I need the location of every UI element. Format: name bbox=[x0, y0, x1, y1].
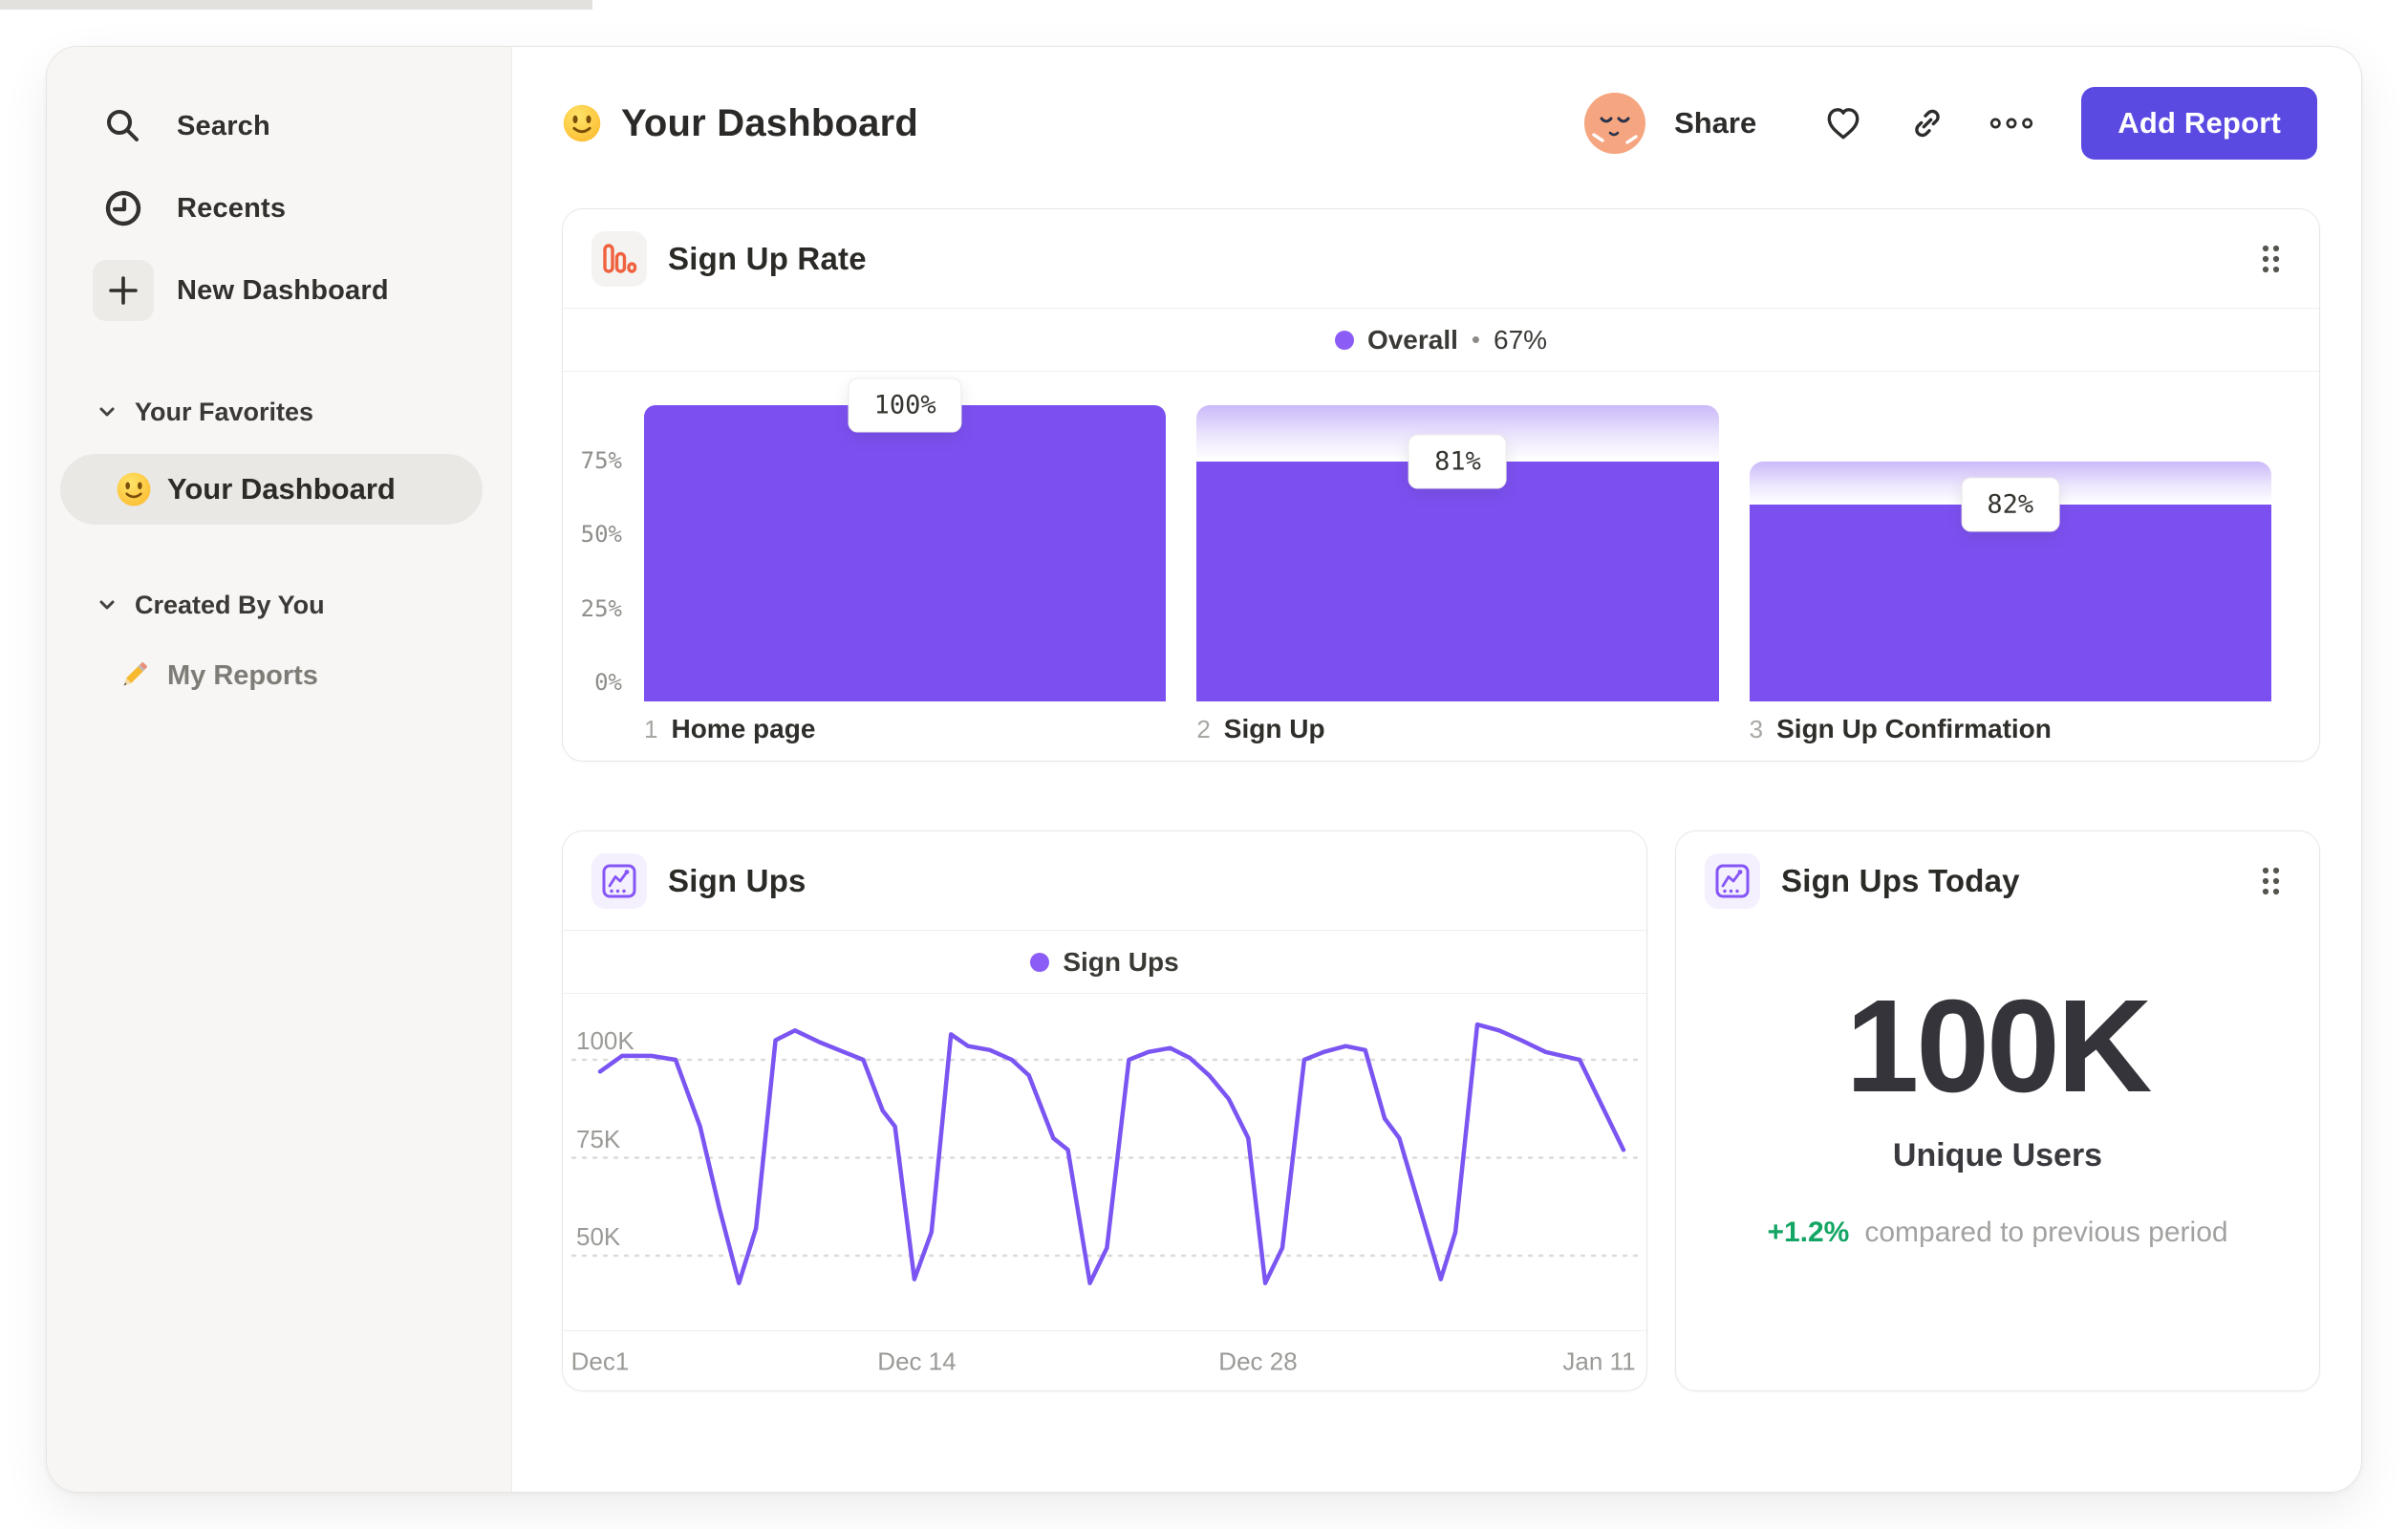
sign-ups-line[interactable] bbox=[597, 1022, 1626, 1285]
funnel-bar-1[interactable]: 100% bbox=[644, 377, 1167, 701]
card-title: Sign Up Rate bbox=[668, 240, 867, 276]
funnel-bar-fill bbox=[644, 405, 1167, 701]
legend-label: Overall bbox=[1366, 324, 1458, 355]
line-chart-plot: 100K 75K 50K bbox=[563, 994, 1646, 1330]
legend-label: Sign Ups bbox=[1063, 946, 1179, 977]
clock-icon bbox=[93, 178, 154, 239]
favorite-heart-icon[interactable] bbox=[1821, 101, 1865, 145]
metric-delta-note: compared to previous period bbox=[1864, 1217, 2228, 1248]
plus-icon bbox=[93, 260, 154, 321]
funnel-chart: 75% 50% 25% 0% 100% 81% 82% 1 Home page 2 Sign Up 3… bbox=[563, 372, 2319, 762]
funnel-bar-2[interactable]: 81% bbox=[1196, 405, 1719, 701]
sign-ups-line-svg bbox=[570, 1022, 1641, 1285]
funnel-y-tick: 75% bbox=[580, 446, 622, 474]
sidebar-item-label: New Dashboard bbox=[177, 274, 389, 306]
metric-value: 100K bbox=[1845, 973, 2153, 1120]
funnel-y-tick: 50% bbox=[580, 521, 622, 548]
sign-up-rate-card: Sign Up Rate Overall • 67% 75% 50% 25% 0% 10… bbox=[562, 208, 2320, 762]
funnel-step-label: 2 Sign Up bbox=[1196, 714, 1325, 743]
sidebar-item-label: My Reports bbox=[167, 659, 318, 691]
funnel-y-tick: 25% bbox=[580, 594, 622, 622]
line-legend[interactable]: Sign Ups bbox=[563, 931, 1646, 994]
sign-ups-today-card: Sign Ups Today 100K Unique Users +1.2% c… bbox=[1675, 830, 2320, 1391]
metric-body: 100K Unique Users +1.2% compared to prev… bbox=[1676, 931, 2319, 1249]
line-x-tick: Dec 14 bbox=[877, 1346, 957, 1375]
line-chart-icon bbox=[591, 852, 647, 909]
line-chart-x-axis: Dec1 Dec 14 Dec 28 Jan 11 bbox=[563, 1330, 1646, 1391]
share-button[interactable]: Share bbox=[1674, 106, 1756, 140]
funnel-chart-icon bbox=[591, 230, 647, 287]
card-header: Sign Ups bbox=[563, 831, 1646, 931]
line-chart-icon bbox=[1705, 853, 1760, 909]
card-header: Sign Ups Today bbox=[1676, 831, 2319, 931]
funnel-legend[interactable]: Overall • 67% bbox=[563, 309, 2319, 372]
sidebar-item-new-dashboard[interactable]: New Dashboard bbox=[47, 249, 511, 332]
sidebar-item-recents[interactable]: Recents bbox=[47, 167, 511, 249]
metric-label: Unique Users bbox=[1892, 1137, 2103, 1174]
funnel-value-tooltip: 82% bbox=[1961, 477, 2060, 532]
funnel-bar-3[interactable]: 82% bbox=[1749, 405, 2271, 701]
line-x-tick: Dec 28 bbox=[1218, 1346, 1298, 1375]
legend-value: 67% bbox=[1494, 324, 1548, 355]
legend-separator: • bbox=[1471, 325, 1480, 354]
sidebar: Search Recents New Dashboard Your Favori… bbox=[47, 47, 512, 1492]
avatar[interactable] bbox=[1584, 93, 1646, 154]
pencil-emoji-icon bbox=[123, 662, 147, 686]
line-x-tick: Jan 11 bbox=[1562, 1346, 1636, 1375]
page-title: Your Dashboard bbox=[621, 101, 918, 144]
more-options-icon[interactable] bbox=[1989, 101, 2033, 145]
chevron-down-icon bbox=[99, 407, 115, 417]
card-header: Sign Up Rate bbox=[563, 209, 2319, 309]
smiley-emoji-icon bbox=[563, 104, 601, 142]
legend-dot bbox=[1030, 952, 1050, 972]
funnel-bar-fill bbox=[1196, 461, 1719, 701]
main-content: Your Dashboard Share Add Report Sign Up … bbox=[512, 47, 2361, 1492]
search-icon bbox=[93, 96, 154, 157]
drag-handle-icon[interactable] bbox=[2262, 245, 2281, 273]
metric-delta: +1.2% bbox=[1767, 1217, 1850, 1248]
sidebar-section-your-favorites[interactable]: Your Favorites bbox=[47, 391, 511, 433]
app-window: Search Recents New Dashboard Your Favori… bbox=[46, 46, 2362, 1493]
card-title: Sign Ups Today bbox=[1781, 863, 2020, 898]
drag-handle-icon[interactable] bbox=[2262, 867, 2281, 895]
funnel-value-tooltip: 100% bbox=[848, 377, 962, 433]
funnel-value-tooltip: 81% bbox=[1408, 434, 1507, 489]
funnel-step-label: 1 Home page bbox=[644, 714, 816, 743]
funnel-step-label: 3 Sign Up Confirmation bbox=[1749, 714, 2052, 743]
sidebar-item-my-reports[interactable]: My Reports bbox=[60, 645, 483, 706]
line-x-tick: Dec1 bbox=[570, 1346, 630, 1375]
sidebar-item-search[interactable]: Search bbox=[47, 85, 511, 167]
legend-dot bbox=[1334, 330, 1354, 350]
add-report-button[interactable]: Add Report bbox=[2081, 87, 2317, 160]
section-title: Created By You bbox=[135, 590, 325, 619]
funnel-y-tick: 0% bbox=[594, 669, 622, 696]
sidebar-item-label: Search bbox=[177, 110, 270, 141]
funnel-bars: 100% 81% 82% bbox=[644, 377, 2271, 701]
funnel-bar-fill bbox=[1749, 505, 2271, 701]
sidebar-item-label: Recents bbox=[177, 192, 287, 224]
sidebar-item-label: Your Dashboard bbox=[167, 472, 396, 506]
copy-link-icon[interactable] bbox=[1905, 101, 1949, 145]
screen-edge-strip bbox=[0, 0, 592, 10]
sidebar-section-created-by-you[interactable]: Created By You bbox=[47, 584, 511, 626]
sign-ups-card: Sign Ups Sign Ups 100K 75K 50K Dec1 Dec 14 D… bbox=[562, 830, 1647, 1391]
smiley-emoji-icon bbox=[117, 472, 151, 506]
card-title: Sign Ups bbox=[668, 862, 806, 898]
page-header: Your Dashboard Share Add Report bbox=[562, 87, 2317, 160]
section-title: Your Favorites bbox=[135, 397, 314, 426]
chevron-down-icon bbox=[99, 600, 115, 610]
sidebar-item-your-dashboard[interactable]: Your Dashboard bbox=[60, 454, 483, 525]
